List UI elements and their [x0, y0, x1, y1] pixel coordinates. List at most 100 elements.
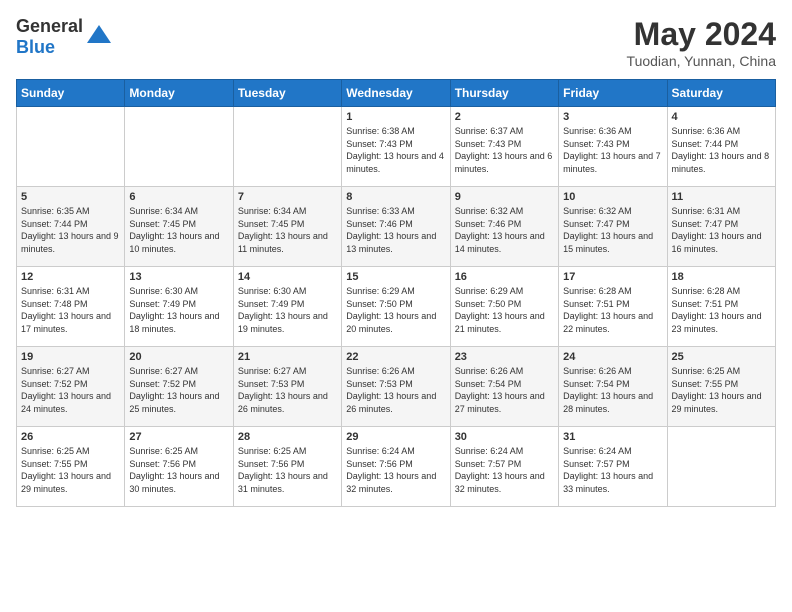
cell-info: Sunrise: 6:25 AMSunset: 7:56 PMDaylight:… [238, 445, 337, 495]
cell-info: Sunrise: 6:37 AMSunset: 7:43 PMDaylight:… [455, 125, 554, 175]
calendar-cell: 3Sunrise: 6:36 AMSunset: 7:43 PMDaylight… [559, 107, 667, 187]
location: Tuodian, Yunnan, China [627, 53, 776, 69]
day-number: 28 [238, 431, 337, 443]
calendar-cell: 20 Sunrise: 6:27 AMSunset: 7:52 PMDayligh… [125, 347, 233, 427]
calendar-cell: 19 Sunrise: 6:27 AMSunset: 7:52 PMDayligh… [17, 347, 125, 427]
logo-general: General [16, 16, 83, 36]
calendar-cell [667, 427, 775, 507]
cell-info: Sunrise: 6:24 AMSunset: 7:56 PMDaylight:… [346, 445, 445, 495]
weekday-header: Tuesday [233, 80, 341, 107]
calendar-cell: 8 Sunrise: 6:33 AMSunset: 7:46 PMDaylight… [342, 187, 450, 267]
calendar-cell: 24Sunrise: 6:26 AMSunset: 7:54 PMDayligh… [559, 347, 667, 427]
day-number: 7 [238, 191, 337, 203]
cell-info: Sunrise: 6:31 AMSunset: 7:47 PMDaylight:… [672, 205, 771, 255]
calendar-cell: 17Sunrise: 6:28 AMSunset: 7:51 PMDayligh… [559, 267, 667, 347]
calendar-cell: 23Sunrise: 6:26 AMSunset: 7:54 PMDayligh… [450, 347, 558, 427]
calendar-cell: 16Sunrise: 6:29 AMSunset: 7:50 PMDayligh… [450, 267, 558, 347]
day-number: 13 [129, 271, 228, 283]
calendar-week-row: 5Sunrise: 6:35 AMSunset: 7:44 PMDaylight… [17, 187, 776, 267]
day-number: 18 [672, 271, 771, 283]
day-number: 16 [455, 271, 554, 283]
calendar-cell: 18 Sunrise: 6:28 AMSunset: 7:51 PMDayligh… [667, 267, 775, 347]
calendar-cell: 10 Sunrise: 6:32 AMSunset: 7:47 PMDayligh… [559, 187, 667, 267]
calendar-cell: 28 Sunrise: 6:25 AMSunset: 7:56 PMDayligh… [233, 427, 341, 507]
calendar-week-row: 12Sunrise: 6:31 AMSunset: 7:48 PMDayligh… [17, 267, 776, 347]
day-number: 14 [238, 271, 337, 283]
calendar-cell: 29 Sunrise: 6:24 AMSunset: 7:56 PMDayligh… [342, 427, 450, 507]
cell-info: Sunrise: 6:26 AMSunset: 7:54 PMDaylight:… [563, 365, 662, 415]
day-number: 2 [455, 111, 554, 123]
day-number: 6 [129, 191, 228, 203]
day-number: 15 [346, 271, 445, 283]
calendar-cell: 30 Sunrise: 6:24 AMSunset: 7:57 PMDayligh… [450, 427, 558, 507]
cell-info: Sunrise: 6:38 AMSunset: 7:43 PMDaylight:… [346, 125, 445, 175]
day-number: 29 [346, 431, 445, 443]
logo-text: General Blue [16, 16, 83, 58]
day-number: 26 [21, 431, 120, 443]
calendar-week-row: 26 Sunrise: 6:25 AMSunset: 7:55 PMDayligh… [17, 427, 776, 507]
cell-info: Sunrise: 6:35 AMSunset: 7:44 PMDaylight:… [21, 205, 120, 255]
cell-info: Sunrise: 6:27 AMSunset: 7:52 PMDaylight:… [129, 365, 228, 415]
cell-info: Sunrise: 6:24 AMSunset: 7:57 PMDaylight:… [563, 445, 662, 495]
cell-info: Sunrise: 6:32 AMSunset: 7:47 PMDaylight:… [563, 205, 662, 255]
cell-info: Sunrise: 6:25 AMSunset: 7:55 PMDaylight:… [672, 365, 771, 415]
day-number: 12 [21, 271, 120, 283]
cell-info: Sunrise: 6:33 AMSunset: 7:46 PMDaylight:… [346, 205, 445, 255]
page-header: General Blue May 2024 Tuodian, Yunnan, C… [16, 16, 776, 69]
calendar-cell: 21Sunrise: 6:27 AMSunset: 7:53 PMDayligh… [233, 347, 341, 427]
day-number: 30 [455, 431, 554, 443]
calendar-cell: 7 Sunrise: 6:34 AMSunset: 7:45 PMDaylight… [233, 187, 341, 267]
cell-info: Sunrise: 6:28 AMSunset: 7:51 PMDaylight:… [672, 285, 771, 335]
cell-info: Sunrise: 6:34 AMSunset: 7:45 PMDaylight:… [238, 205, 337, 255]
calendar-week-row: 1 Sunrise: 6:38 AMSunset: 7:43 PMDaylight… [17, 107, 776, 187]
weekday-header: Wednesday [342, 80, 450, 107]
cell-info: Sunrise: 6:36 AMSunset: 7:44 PMDaylight:… [672, 125, 771, 175]
calendar-cell: 25 Sunrise: 6:25 AMSunset: 7:55 PMDayligh… [667, 347, 775, 427]
day-number: 10 [563, 191, 662, 203]
calendar-cell: 12Sunrise: 6:31 AMSunset: 7:48 PMDayligh… [17, 267, 125, 347]
cell-info: Sunrise: 6:29 AMSunset: 7:50 PMDaylight:… [346, 285, 445, 335]
logo-icon [85, 23, 113, 51]
calendar-cell: 31Sunrise: 6:24 AMSunset: 7:57 PMDayligh… [559, 427, 667, 507]
calendar-cell [233, 107, 341, 187]
calendar-cell: 26 Sunrise: 6:25 AMSunset: 7:55 PMDayligh… [17, 427, 125, 507]
day-number: 27 [129, 431, 228, 443]
day-number: 25 [672, 351, 771, 363]
day-number: 9 [455, 191, 554, 203]
weekday-header: Saturday [667, 80, 775, 107]
day-number: 22 [346, 351, 445, 363]
calendar-cell: 13 Sunrise: 6:30 AMSunset: 7:49 PMDayligh… [125, 267, 233, 347]
calendar-cell: 2 Sunrise: 6:37 AMSunset: 7:43 PMDaylight… [450, 107, 558, 187]
calendar-table: SundayMondayTuesdayWednesdayThursdayFrid… [16, 79, 776, 507]
day-number: 4 [672, 111, 771, 123]
calendar-cell: 27Sunrise: 6:25 AMSunset: 7:56 PMDayligh… [125, 427, 233, 507]
cell-info: Sunrise: 6:24 AMSunset: 7:57 PMDaylight:… [455, 445, 554, 495]
cell-info: Sunrise: 6:28 AMSunset: 7:51 PMDaylight:… [563, 285, 662, 335]
day-number: 20 [129, 351, 228, 363]
cell-info: Sunrise: 6:30 AMSunset: 7:49 PMDaylight:… [129, 285, 228, 335]
calendar-cell: 6 Sunrise: 6:34 AMSunset: 7:45 PMDaylight… [125, 187, 233, 267]
cell-info: Sunrise: 6:30 AMSunset: 7:49 PMDaylight:… [238, 285, 337, 335]
calendar-cell: 14 Sunrise: 6:30 AMSunset: 7:49 PMDayligh… [233, 267, 341, 347]
calendar-cell [17, 107, 125, 187]
cell-info: Sunrise: 6:34 AMSunset: 7:45 PMDaylight:… [129, 205, 228, 255]
day-number: 8 [346, 191, 445, 203]
calendar-cell: 22 Sunrise: 6:26 AMSunset: 7:53 PMDayligh… [342, 347, 450, 427]
cell-info: Sunrise: 6:32 AMSunset: 7:46 PMDaylight:… [455, 205, 554, 255]
day-number: 1 [346, 111, 445, 123]
calendar-cell: 15 Sunrise: 6:29 AMSunset: 7:50 PMDayligh… [342, 267, 450, 347]
weekday-header: Sunday [17, 80, 125, 107]
cell-info: Sunrise: 6:26 AMSunset: 7:53 PMDaylight:… [346, 365, 445, 415]
calendar-cell: 1 Sunrise: 6:38 AMSunset: 7:43 PMDaylight… [342, 107, 450, 187]
calendar-cell: 4 Sunrise: 6:36 AMSunset: 7:44 PMDaylight… [667, 107, 775, 187]
cell-info: Sunrise: 6:25 AMSunset: 7:55 PMDaylight:… [21, 445, 120, 495]
cell-info: Sunrise: 6:36 AMSunset: 7:43 PMDaylight:… [563, 125, 662, 175]
cell-info: Sunrise: 6:27 AMSunset: 7:52 PMDaylight:… [21, 365, 120, 415]
day-number: 23 [455, 351, 554, 363]
day-number: 19 [21, 351, 120, 363]
calendar-header-row: SundayMondayTuesdayWednesdayThursdayFrid… [17, 80, 776, 107]
month-year: May 2024 [627, 16, 776, 53]
weekday-header: Thursday [450, 80, 558, 107]
title-block: May 2024 Tuodian, Yunnan, China [627, 16, 776, 69]
cell-info: Sunrise: 6:27 AMSunset: 7:53 PMDaylight:… [238, 365, 337, 415]
